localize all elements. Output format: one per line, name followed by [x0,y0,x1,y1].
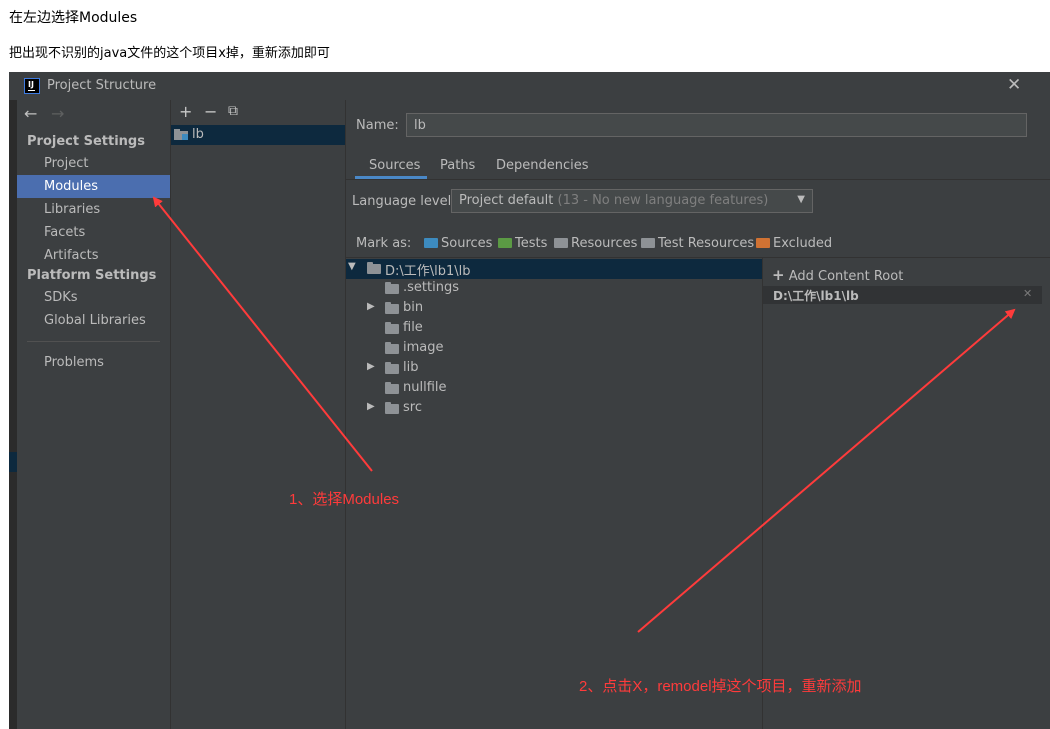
tree-root-node[interactable]: ▼ D:\工作\lb1\lb [346,259,762,279]
language-level-dropdown[interactable]: Project default (13 - No new language fe… [451,189,813,213]
annotation-step-1: 1、选择Modules [289,491,400,508]
module-list-pane: + − ⧉ lb [171,100,345,729]
tree-node[interactable]: .settings [346,279,762,299]
sidebar-item-facets[interactable]: Facets [17,221,170,244]
sidebar-item-global-libraries[interactable]: Global Libraries [17,309,170,332]
mark-as-tests-button[interactable]: Tests [498,236,547,251]
mark-as-sources-button[interactable]: Sources [424,236,492,251]
tree-node-label: image [403,340,444,355]
sidebar-item-artifacts[interactable]: Artifacts [17,244,170,267]
remove-content-root-close-icon[interactable]: ✕ [1023,287,1032,300]
add-content-root-button[interactable]: + Add Content Root [772,266,903,284]
mark-as-label: Mark as: [356,236,412,251]
add-module-button[interactable]: + [179,102,192,121]
module-folder-icon [174,129,188,140]
tab-paths[interactable]: Paths [440,158,475,173]
chevron-down-icon: ▼ [797,194,805,205]
expanded-caret-icon: ▼ [348,261,356,272]
content-roots-pane: + Add Content Root D:\工作\lb1\lb ✕ [763,258,1050,729]
sidebar-item-sdks[interactable]: SDKs [17,286,170,309]
tree-node-label: bin [403,300,424,315]
folder-icon [385,402,399,414]
article-text-line-1: 在左边选择Modules [9,10,138,26]
mark-as-excluded-button[interactable]: Excluded [756,236,832,251]
language-level-hint: (13 - No new language features) [557,193,769,208]
platform-settings-header: Platform Settings [27,268,157,283]
remove-module-button[interactable]: − [204,102,217,121]
tab-divider [346,179,1050,180]
tree-node[interactable]: nullfile [346,379,762,399]
resources-folder-icon [554,238,568,248]
module-list-item[interactable]: lb [171,125,345,145]
sidebar-item-modules[interactable]: Modules [17,175,170,198]
tree-node-label: .settings [403,280,459,295]
language-level-label: Language level: [352,194,456,209]
sidebar-divider [27,341,160,342]
background-window-strip [9,100,17,729]
tree-node-label: file [403,320,423,335]
add-content-root-label: Add Content Root [788,269,904,284]
copy-module-button[interactable]: ⧉ [228,103,238,119]
excluded-folder-icon [756,238,770,248]
test-resources-folder-icon [641,238,655,248]
folder-icon [385,342,399,354]
intellij-app-icon: IJ [24,78,40,94]
settings-sidebar: ← → Project Settings Project Modules Lib… [17,100,170,729]
tree-node[interactable]: ▶ bin [346,299,762,319]
annotation-step-2: 2、点击X，remodel掉这个项目，重新添加 [579,678,862,695]
sidebar-item-problems[interactable]: Problems [17,351,170,374]
folder-icon [385,282,399,294]
sidebar-item-project[interactable]: Project [17,152,170,175]
mark-as-test-resources-button[interactable]: Test Resources [641,236,754,251]
module-name-input[interactable] [406,113,1027,137]
content-root-path: D:\工作\lb1\lb [773,289,859,303]
collapsed-caret-icon[interactable]: ▶ [367,361,375,372]
dialog-titlebar: IJ Project Structure ✕ [9,72,1050,100]
content-root-tree: ▼ D:\工作\lb1\lb .settings ▶ bin file imag… [346,258,762,729]
language-level-value: Project default [459,193,554,208]
module-detail-panel: Name: Sources Paths Dependencies Languag… [346,100,1050,729]
close-icon[interactable]: ✕ [1007,75,1021,95]
tree-node-label: nullfile [403,380,447,395]
folder-icon [385,302,399,314]
article-text-line-2: 把出现不识别的java文件的这个项目x掉，重新添加即可 [9,46,330,61]
tree-root-label: D:\工作\lb1\lb [385,264,471,279]
plus-icon: + [772,266,785,284]
dialog-title: Project Structure [47,78,157,93]
tests-folder-icon [498,238,512,248]
sidebar-item-libraries[interactable]: Libraries [17,198,170,221]
content-root-entry[interactable]: D:\工作\lb1\lb ✕ [763,286,1042,304]
collapsed-caret-icon[interactable]: ▶ [367,401,375,412]
tree-node[interactable]: file [346,319,762,339]
forward-arrow-icon[interactable]: → [51,104,64,123]
folder-icon [385,382,399,394]
folder-icon [385,362,399,374]
tree-node[interactable]: image [346,339,762,359]
tab-sources[interactable]: Sources [369,158,420,173]
sources-folder-icon [424,238,438,248]
project-structure-dialog: IJ Project Structure ✕ ← → Project Setti… [9,72,1050,729]
project-settings-header: Project Settings [27,134,145,149]
back-arrow-icon[interactable]: ← [24,104,37,123]
tree-node-label: lib [403,360,419,375]
mark-as-resources-button[interactable]: Resources [554,236,637,251]
tab-dependencies[interactable]: Dependencies [496,158,589,173]
tree-node-label: src [403,400,422,415]
folder-icon [385,322,399,334]
name-label: Name: [356,118,399,133]
tree-node[interactable]: ▶ src [346,399,762,419]
module-name: lb [192,127,204,142]
folder-icon [367,262,381,274]
tree-node[interactable]: ▶ lib [346,359,762,379]
collapsed-caret-icon[interactable]: ▶ [367,301,375,312]
